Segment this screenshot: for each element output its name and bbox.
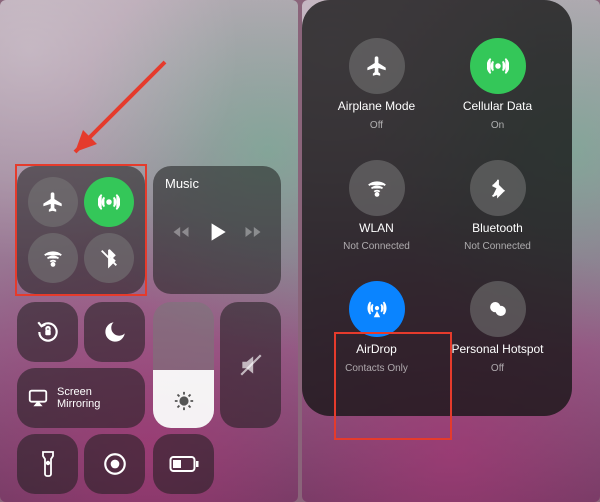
orientation-lock-button[interactable] — [17, 302, 78, 362]
hotspot-toggle[interactable] — [470, 281, 526, 337]
low-power-button[interactable] — [153, 434, 214, 494]
screen-mirroring-label: Screen Mirroring — [57, 386, 100, 410]
battery-icon — [169, 455, 199, 473]
wifi-icon — [42, 247, 64, 269]
airdrop-toggle[interactable] — [349, 281, 405, 337]
connectivity-module[interactable] — [17, 166, 145, 294]
cellular-data-toggle[interactable] — [84, 177, 134, 227]
orientation-lock-icon — [35, 319, 61, 345]
moon-icon — [102, 319, 128, 345]
record-icon — [102, 451, 128, 477]
cellular-icon — [487, 55, 509, 77]
airplane-mode-cell[interactable]: Airplane Mode Off — [316, 24, 437, 145]
airdrop-label: AirDrop — [356, 343, 397, 357]
flashlight-icon — [40, 450, 56, 478]
connectivity-expanded: Airplane Mode Off Cellular Data On WLAN … — [302, 0, 600, 502]
cellular-status: On — [491, 120, 504, 131]
cellular-data-cell[interactable]: Cellular Data On — [437, 24, 558, 145]
hotspot-cell[interactable]: Personal Hotspot Off — [437, 267, 558, 388]
sun-icon — [173, 390, 195, 412]
screen-record-button[interactable] — [84, 434, 145, 494]
hotspot-icon — [487, 298, 509, 320]
bluetooth-icon — [487, 177, 509, 199]
volume-slider[interactable] — [220, 302, 281, 428]
airdrop-cell[interactable]: AirDrop Contacts Only — [316, 267, 437, 388]
airplane-status: Off — [370, 120, 383, 131]
airplane-icon — [366, 55, 388, 77]
screen-mirroring-button[interactable]: Screen Mirroring — [17, 368, 145, 428]
flashlight-button[interactable] — [17, 434, 78, 494]
bluetooth-toggle-expanded[interactable] — [470, 160, 526, 216]
forward-icon[interactable] — [243, 222, 263, 242]
connectivity-panel: Airplane Mode Off Cellular Data On WLAN … — [302, 0, 572, 416]
mute-icon — [238, 352, 264, 378]
wifi-toggle[interactable] — [28, 233, 78, 283]
cellular-icon — [98, 191, 120, 213]
cellular-data-toggle-expanded[interactable] — [470, 38, 526, 94]
wlan-status: Not Connected — [343, 241, 410, 252]
cellular-label: Cellular Data — [463, 100, 532, 114]
annotation-arrow — [55, 52, 175, 172]
control-center-collapsed: Music Screen Mirroring — [0, 0, 298, 502]
bluetooth-off-icon — [98, 247, 120, 269]
airplay-icon — [27, 387, 49, 409]
hotspot-status: Off — [491, 363, 504, 374]
airdrop-status: Contacts Only — [345, 363, 408, 374]
wlan-cell[interactable]: WLAN Not Connected — [316, 145, 437, 266]
brightness-slider[interactable] — [153, 302, 214, 428]
airplane-mode-toggle-expanded[interactable] — [349, 38, 405, 94]
hotspot-label: Personal Hotspot — [451, 343, 543, 357]
airplane-icon — [42, 191, 64, 213]
airplane-mode-toggle[interactable] — [28, 177, 78, 227]
bluetooth-status: Not Connected — [464, 241, 531, 252]
do-not-disturb-button[interactable] — [84, 302, 145, 362]
wlan-label: WLAN — [359, 222, 394, 236]
media-title: Music — [165, 176, 269, 191]
bluetooth-toggle[interactable] — [84, 233, 134, 283]
airdrop-icon — [366, 298, 388, 320]
bluetooth-cell[interactable]: Bluetooth Not Connected — [437, 145, 558, 266]
media-module[interactable]: Music — [153, 166, 281, 294]
wifi-icon — [366, 177, 388, 199]
play-icon[interactable] — [204, 219, 230, 245]
rewind-icon[interactable] — [171, 222, 191, 242]
wlan-toggle[interactable] — [349, 160, 405, 216]
airplane-label: Airplane Mode — [338, 100, 415, 114]
bluetooth-label: Bluetooth — [472, 222, 523, 236]
